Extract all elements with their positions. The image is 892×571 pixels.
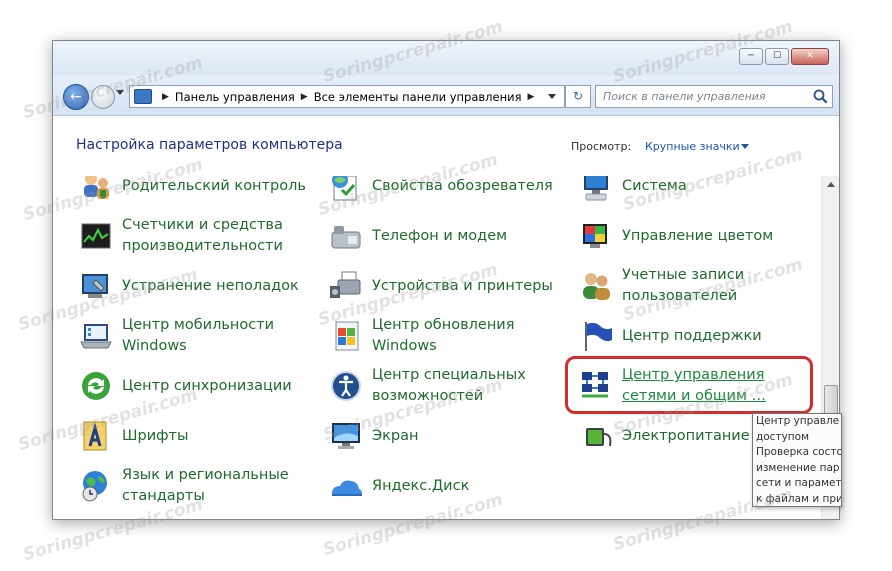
item-label[interactable]: Управление цветом xyxy=(622,214,821,258)
display-icon xyxy=(332,423,360,449)
navigation-bar: ← ▶ Панель управления ▶ Все элементы пан… xyxy=(53,75,839,116)
item-phone-modem[interactable]: Телефон и модем xyxy=(328,214,568,258)
item-yandex-disk[interactable]: Яндекс.Диск xyxy=(328,464,568,508)
breadcrumb-separator-icon[interactable]: ▶ xyxy=(528,92,535,102)
tooltip-line: сети и парамет xyxy=(756,477,842,489)
page-title: Настройка параметров компьютера xyxy=(76,137,343,153)
item-label[interactable]: Свойства обозревателя xyxy=(372,176,572,208)
item-parental-controls[interactable]: Родительский контроль xyxy=(78,176,318,208)
close-button[interactable]: ✕ xyxy=(791,48,829,65)
search-icon[interactable] xyxy=(812,88,828,104)
item-label[interactable]: Язык и региональные стандарты xyxy=(122,464,322,508)
breadcrumb-separator-icon[interactable]: ▶ xyxy=(162,92,169,102)
item-windows-update[interactable]: Центр обновления Windows xyxy=(328,314,568,358)
item-label[interactable]: Центр мобильности Windows xyxy=(122,314,322,358)
item-label[interactable]: Центр обновления Windows xyxy=(372,314,572,358)
title-bar[interactable]: ─ ☐ ✕ xyxy=(53,41,839,75)
item-ease-of-access[interactable]: Центр специальных возможностей xyxy=(328,364,568,408)
breadcrumb-control-panel[interactable]: Панель управления xyxy=(175,90,295,104)
color-management-icon xyxy=(583,224,607,248)
performance-icon xyxy=(81,223,111,249)
item-devices-printers[interactable]: Устройства и принтеры xyxy=(328,264,568,308)
sync-center-icon xyxy=(82,372,110,400)
back-button[interactable]: ← xyxy=(63,84,89,110)
item-label[interactable]: Телефон и модем xyxy=(372,214,572,258)
item-network-sharing-center[interactable]: Центр управления сетями и общим … xyxy=(578,364,818,408)
yandex-disk-icon xyxy=(332,480,362,496)
system-icon xyxy=(584,176,608,201)
scroll-up-arrow-icon[interactable] xyxy=(827,182,835,187)
breadcrumb-separator-icon[interactable]: ▶ xyxy=(301,92,308,102)
item-label[interactable]: Центр управления сетями и общим … xyxy=(622,364,821,408)
item-label[interactable]: Яндекс.Диск xyxy=(372,464,572,508)
item-internet-options[interactable]: Свойства обозревателя xyxy=(328,176,568,208)
action-center-icon xyxy=(585,322,612,351)
address-dropdown-icon[interactable] xyxy=(548,94,556,99)
ease-of-access-icon xyxy=(331,371,361,401)
item-color-management[interactable]: Управление цветом xyxy=(578,214,818,258)
item-troubleshooting[interactable]: Устранение неполадок xyxy=(78,264,318,308)
devices-printers-icon xyxy=(330,271,361,298)
breadcrumb-all-items[interactable]: Все элементы панели управления xyxy=(314,90,522,104)
recent-pages-dropdown-icon[interactable] xyxy=(116,90,124,95)
item-label[interactable]: Экран xyxy=(372,414,572,458)
item-label[interactable]: Родительский контроль xyxy=(122,176,322,208)
item-label[interactable]: Учетные записи пользователей xyxy=(622,264,821,308)
control-panel-icon xyxy=(134,89,152,104)
item-label[interactable]: Центр синхронизации xyxy=(122,364,322,408)
minimize-button[interactable]: ─ xyxy=(739,48,763,65)
parental-controls-icon xyxy=(84,176,109,199)
power-options-icon xyxy=(586,428,612,447)
item-label[interactable]: Счетчики и средства производительности xyxy=(122,214,322,258)
mobility-center-icon xyxy=(80,324,112,349)
item-label[interactable]: Шрифты xyxy=(122,414,322,458)
item-label[interactable]: Центр специальных возможностей xyxy=(372,364,572,408)
item-display[interactable]: Экран xyxy=(328,414,568,458)
search-placeholder: Поиск в панели управления xyxy=(603,90,766,103)
tooltip-line: доступом xyxy=(756,430,809,443)
item-user-accounts[interactable]: Учетные записи пользователей xyxy=(578,264,818,308)
forward-button[interactable] xyxy=(91,85,115,109)
view-by-label: Просмотр: xyxy=(571,140,632,153)
tooltip: Центр управле доступом Проверка состо из… xyxy=(752,413,842,507)
item-action-center[interactable]: Центр поддержки xyxy=(578,314,818,358)
network-sharing-icon xyxy=(582,372,608,398)
breadcrumb: ▶ Панель управления ▶ Все элементы панел… xyxy=(156,86,540,107)
address-bar[interactable]: ▶ Панель управления ▶ Все элементы панел… xyxy=(129,85,565,108)
tooltip-line: Центр управле xyxy=(756,415,840,427)
item-fonts[interactable]: Шрифты xyxy=(78,414,318,458)
item-performance[interactable]: Счетчики и средства производительности xyxy=(78,214,318,258)
windows-update-icon xyxy=(335,321,359,351)
items-grid: Родительский контроль Свойства обозреват… xyxy=(53,176,821,519)
content-pane: Настройка параметров компьютера Просмотр… xyxy=(53,116,839,519)
view-dropdown-arrow-icon[interactable] xyxy=(741,144,749,149)
search-input[interactable]: Поиск в панели управления xyxy=(595,85,833,108)
item-label[interactable]: Устранение неполадок xyxy=(122,264,322,308)
troubleshooting-icon xyxy=(82,274,108,298)
tooltip-line: к файлам и при xyxy=(756,492,842,505)
fonts-icon xyxy=(83,421,107,451)
item-label[interactable]: Система xyxy=(622,176,821,208)
window-controls: ─ ☐ ✕ xyxy=(739,48,829,65)
tooltip-line: изменение пар xyxy=(756,461,840,474)
view-by-dropdown[interactable]: Крупные значки xyxy=(645,140,740,153)
refresh-button[interactable]: ↻ xyxy=(565,85,591,108)
phone-modem-icon xyxy=(331,226,361,249)
tooltip-line: Проверка состо xyxy=(756,446,842,458)
item-sync-center[interactable]: Центр синхронизации xyxy=(78,364,318,408)
region-language-icon xyxy=(82,471,107,502)
internet-options-icon xyxy=(332,176,357,201)
item-system[interactable]: Система xyxy=(578,176,818,208)
item-region-language[interactable]: Язык и региональные стандарты xyxy=(78,464,318,508)
control-panel-window: ─ ☐ ✕ ← ▶ Панель управления ▶ Все элемен… xyxy=(52,40,840,520)
item-mobility-center[interactable]: Центр мобильности Windows xyxy=(78,314,318,358)
item-label[interactable]: Центр поддержки xyxy=(622,314,821,358)
user-accounts-icon xyxy=(583,273,610,300)
maximize-button[interactable]: ☐ xyxy=(765,48,789,65)
item-label[interactable]: Устройства и принтеры xyxy=(372,264,572,308)
